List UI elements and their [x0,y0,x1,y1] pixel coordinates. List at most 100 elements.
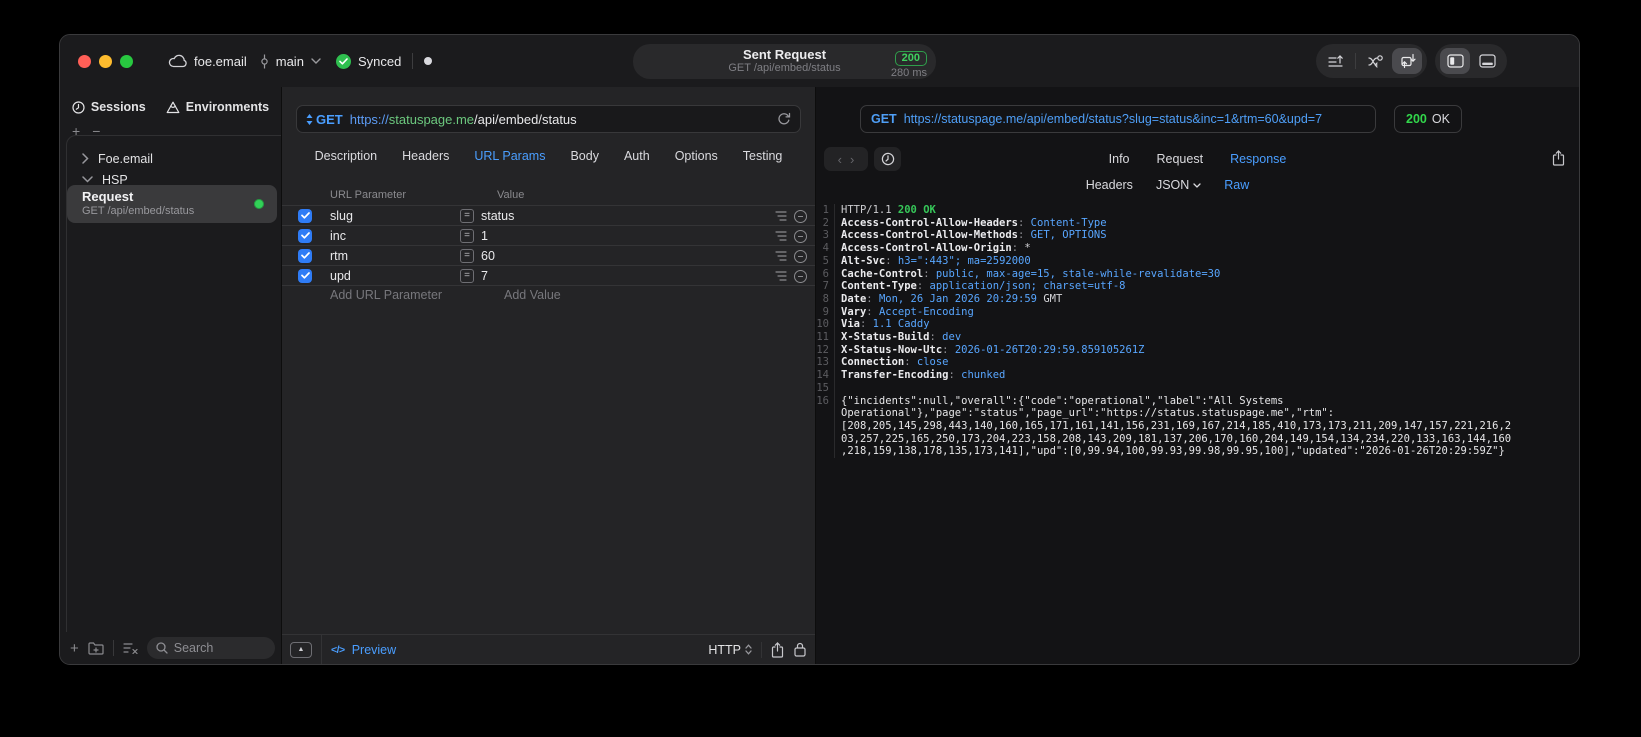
forward-button[interactable]: › [850,152,854,167]
param-name-field[interactable]: rtm [330,249,460,263]
tree-item-foe-email[interactable]: Foe.email [67,148,281,169]
export-list-button[interactable] [1321,48,1351,74]
history-button[interactable] [874,147,901,171]
search-input[interactable]: Search [146,637,275,659]
header-colon: : [1018,229,1031,242]
response-subtab-raw[interactable]: Raw [1224,178,1249,192]
export-response-icon[interactable] [1552,150,1565,166]
header-value: close [916,356,949,369]
method-select-arrows-icon[interactable] [306,113,313,125]
response-tab-request[interactable]: Request [1157,147,1204,171]
sync-status-label[interactable]: Synced [358,54,401,69]
sidebar-footer: + Search [60,632,281,664]
response-subtab-json[interactable]: JSON [1156,178,1201,192]
minimize-window-button[interactable] [99,55,112,68]
response-url-bar[interactable]: GET https://statuspage.me/api/embed/stat… [860,105,1376,133]
remove-param-icon[interactable] [794,249,807,263]
subtab-label: JSON [1155,178,1190,192]
share-icon[interactable] [771,641,784,658]
request-tab-body[interactable]: Body [570,149,599,163]
add-param-name-placeholder[interactable]: Add URL Parameter [330,288,442,302]
cloud-icon [168,54,187,68]
param-row: upd = 7 [282,266,815,286]
method-select[interactable]: GET [316,112,343,127]
param-checkbox[interactable] [298,268,312,283]
response-url: https://statuspage.me/api/embed/status?s… [903,112,1323,126]
header-name: Access-Control-Allow-Origin [841,242,1012,255]
flow-button[interactable] [1360,48,1390,74]
project-name[interactable]: foe.email [194,54,247,69]
line-text: HTTP/1.1 200 OK [835,204,936,217]
param-value-field[interactable]: 60 [481,249,495,263]
history-nav: ‹ › [824,147,868,171]
response-raw-view[interactable]: 1 HTTP/1.1 200 OK 2 Access-Control-Allow-He… [816,204,1579,664]
response-tab-info[interactable]: Info [1109,147,1130,171]
param-checkbox[interactable] [298,228,312,243]
request-tab-description[interactable]: Description [315,149,378,163]
toggle-bottom-panel-button[interactable] [1472,48,1502,74]
row-actions-icon[interactable] [775,211,787,221]
request-list-item-selected[interactable]: Request GET /api/embed/status [67,185,277,223]
param-value-field[interactable]: status [481,209,514,223]
request-actions-group [1316,44,1427,78]
protocol-select[interactable]: HTTP [708,643,752,657]
param-name-field[interactable]: inc [330,229,460,243]
request-tab-auth[interactable]: Auth [624,149,650,163]
response-nav: ‹ › Info Request Response [816,147,1579,171]
line-number: 3 [816,229,835,243]
code-line: 8 Date: Mon, 26 Jan 2026 20:29:59 GMT [816,292,1579,306]
column-value: Value [497,189,525,201]
param-name-field[interactable]: slug [330,209,460,223]
zoom-window-button[interactable] [120,55,133,68]
url-host: statuspage.me [388,111,475,127]
add-request-button[interactable]: + [70,640,79,657]
response-subtab-headers[interactable]: Headers [1086,178,1133,192]
footer-divider [761,641,762,658]
request-url-bar[interactable]: GET https://statuspage.me/api/embed/stat… [296,105,801,133]
subtab-label: Headers [1085,178,1133,192]
back-button[interactable]: ‹ [838,152,842,167]
sent-request-pill[interactable]: Sent Request GET /api/embed/status 200 2… [633,44,936,79]
response-status-box: 200 OK [1394,105,1462,133]
branch-name[interactable]: main [276,54,304,69]
param-checkbox[interactable] [298,248,312,263]
header-value: Content-Type [1030,216,1107,229]
request-tab-options[interactable]: Options [675,149,718,163]
collapse-editor-button[interactable]: ▲ [290,641,312,658]
param-name-field[interactable]: upd [330,269,460,283]
reload-icon[interactable] [777,112,791,126]
row-actions-icon[interactable] [775,231,787,241]
code-line: 6 Cache-Control: public, max-age=15, stal… [816,267,1579,281]
lock-icon[interactable] [794,642,806,657]
code-line: 15 [816,381,1579,395]
remove-param-icon[interactable] [794,229,807,243]
preview-button[interactable]: </> Preview [331,643,396,657]
new-folder-icon[interactable] [88,641,104,655]
row-actions-icon[interactable] [775,251,787,261]
header-name: Transfer-Encoding [841,369,949,382]
response-tabs: Info Request Response [816,147,1579,171]
param-value-field[interactable]: 7 [481,269,488,283]
param-checkbox[interactable] [298,208,312,223]
tab-environments[interactable]: Environments [166,100,269,114]
request-tab-url-params[interactable]: URL Params [474,149,545,163]
response-tab-response[interactable]: Response [1230,147,1286,171]
request-footer: ▲ </> Preview HTTP [282,634,815,664]
add-param-value-placeholder[interactable]: Add Value [504,288,561,302]
header-value: public, max-age=15, stale-while-revalida… [935,267,1221,280]
filter-list-icon[interactable] [123,642,138,654]
param-value-field[interactable]: 1 [481,229,488,243]
row-actions-icon[interactable] [775,271,787,281]
close-window-button[interactable] [78,55,91,68]
url-path: /api/embed/status [474,111,577,127]
request-tab-headers[interactable]: Headers [402,149,449,163]
remove-param-icon[interactable] [794,269,807,283]
add-param-row[interactable]: Add URL Parameter Add Value [282,288,815,304]
chevron-down-icon[interactable] [311,58,321,64]
remove-param-icon[interactable] [794,209,807,223]
tab-sessions[interactable]: Sessions [72,100,146,114]
toggle-sidebar-button[interactable] [1440,48,1470,74]
request-panel: GET https://statuspage.me/api/embed/stat… [282,87,816,664]
send-receive-button[interactable] [1392,48,1422,74]
request-tab-testing[interactable]: Testing [743,149,783,163]
